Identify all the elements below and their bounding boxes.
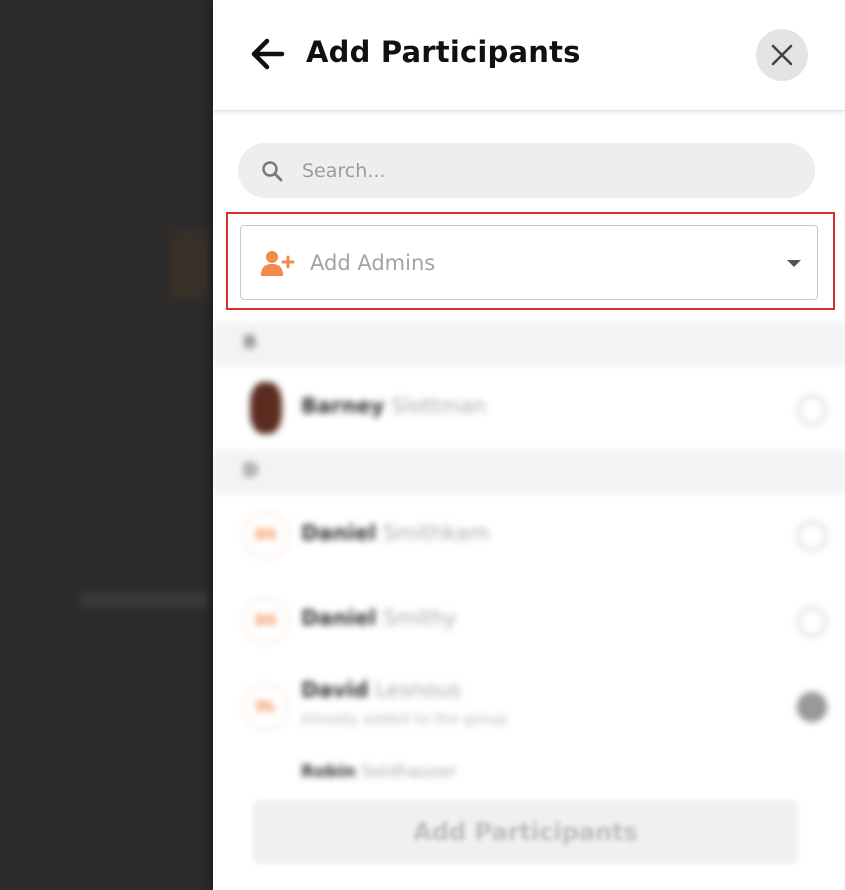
modal-backdrop[interactable] [0,0,215,890]
add-admins-highlight: Add Admins [226,212,835,310]
panel-header: Add Participants [213,0,845,111]
page-title: Add Participants [306,35,581,69]
add-participants-button[interactable]: Add Participants [253,800,798,864]
avatar: DS [243,512,289,558]
contact-name: Daniel Smithkam [301,521,490,545]
section-letter: B [243,332,257,353]
contact-name: Daniel Smithy [301,606,457,630]
avatar: DL [243,684,289,730]
search-input[interactable] [300,158,774,183]
avatar [250,382,282,434]
arrow-left-icon [251,38,285,70]
background-content [78,592,208,608]
avatar: DS [243,598,289,644]
section-header: B [213,322,845,366]
add-user-icon [261,248,297,278]
add-admins-select[interactable]: Add Admins [240,225,818,300]
contact-name: Robin Seldhauser [301,762,457,782]
contact-name: David Lesnous [301,678,461,702]
close-button[interactable] [756,29,808,81]
search-bar[interactable] [238,143,815,198]
list-item[interactable]: DL David Lesnous Already added to the gr… [213,666,845,746]
search-icon [260,159,284,183]
selected-radio [797,692,827,722]
section-letter: D [243,460,258,481]
select-radio[interactable] [797,395,827,425]
list-item[interactable]: DS Daniel Smithy [213,580,845,660]
contact-name: Barney Slottman [301,394,487,418]
add-participants-panel: Add Participants Add Admins [213,0,845,890]
add-admins-placeholder: Add Admins [310,250,436,275]
section-header: D [213,450,845,494]
list-item[interactable]: DS Daniel Smithkam [213,494,845,574]
select-radio[interactable] [797,521,827,551]
chevron-down-icon [787,260,801,267]
contact-status: Already added to the group [301,710,508,728]
select-radio[interactable] [797,607,827,637]
list-item[interactable]: Barney Slottman [213,368,845,448]
back-button[interactable] [247,36,287,72]
background-content [170,230,210,300]
close-icon [771,44,793,66]
participant-list: B Barney Slottman D DS Daniel Smithkam D… [213,322,845,792]
